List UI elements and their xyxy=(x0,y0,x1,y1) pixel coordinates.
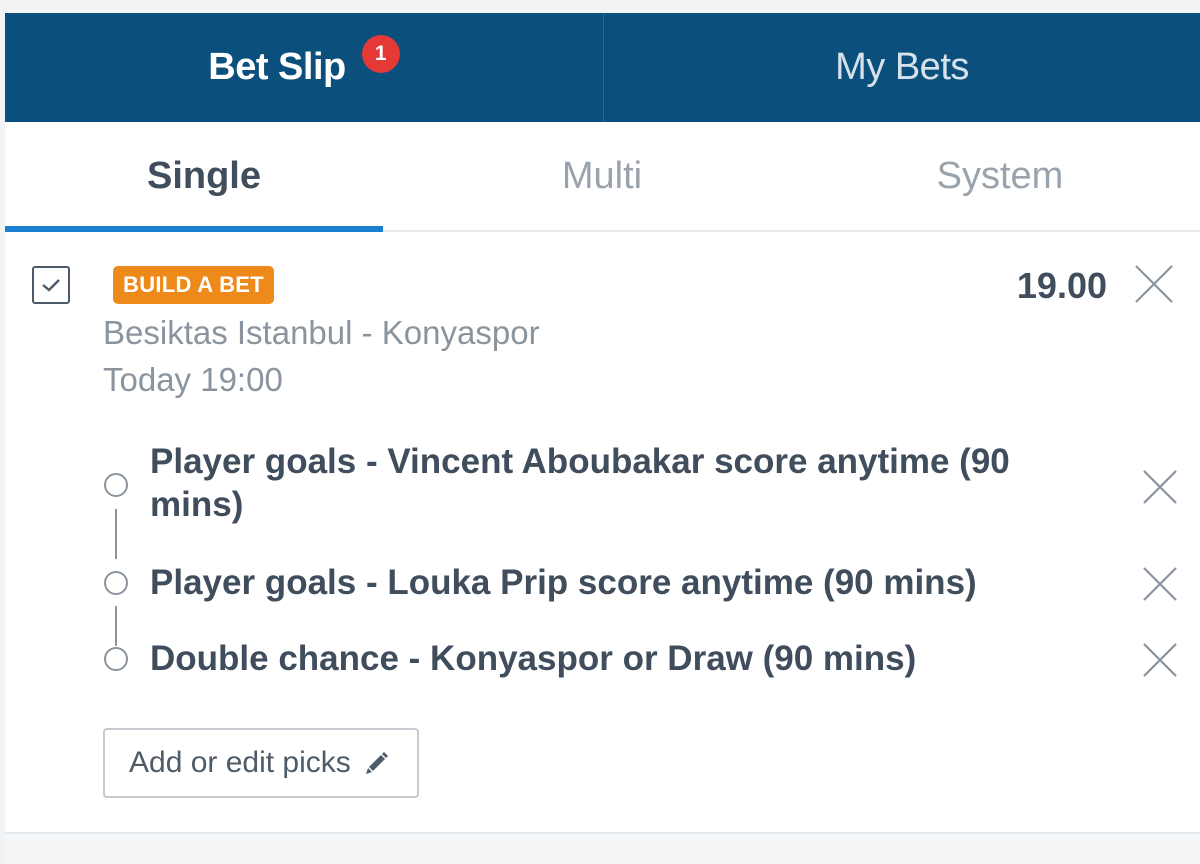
match-name: Besiktas Istanbul - Konyaspor xyxy=(103,314,540,351)
tab-my-bets-label: My Bets xyxy=(835,46,969,88)
remove-pick-button[interactable] xyxy=(1137,637,1183,683)
close-icon xyxy=(1143,643,1177,677)
slip-footer xyxy=(5,832,1200,864)
remove-pick-button[interactable] xyxy=(1137,561,1183,607)
bet-count-badge: 1 xyxy=(361,34,400,73)
remove-bet-button[interactable] xyxy=(1131,261,1177,307)
pick-item: Player goals - Vincent Aboubakar score a… xyxy=(150,442,1010,524)
close-icon xyxy=(1143,470,1177,504)
remove-pick-button[interactable] xyxy=(1137,464,1183,510)
bet-select-checkbox[interactable] xyxy=(32,266,70,304)
tab-my-bets[interactable]: My Bets xyxy=(604,13,1200,122)
pick-dot-icon xyxy=(104,647,128,671)
add-or-edit-picks-button[interactable]: Add or edit picks xyxy=(103,728,419,798)
match-time: Today 19:00 xyxy=(103,361,283,398)
tab-single[interactable]: Single xyxy=(5,122,403,232)
pick-dot-icon xyxy=(104,571,128,595)
bet-slip-panel: Bet Slip 1 My Bets Single Multi System B… xyxy=(5,13,1200,864)
bet-odds: 19.00 xyxy=(1016,265,1107,306)
pick-item: Double chance - Konyaspor or Draw (90 mi… xyxy=(150,639,917,678)
pick-connector-line xyxy=(115,606,117,646)
close-icon xyxy=(1143,567,1177,601)
tab-bet-slip[interactable]: Bet Slip 1 xyxy=(5,13,604,122)
bet-type-tabs: Single Multi System xyxy=(5,122,1200,232)
tab-multi[interactable]: Multi xyxy=(403,122,801,230)
pick-connector-line xyxy=(115,509,117,559)
top-tabs: Bet Slip 1 My Bets xyxy=(5,13,1200,122)
tab-system[interactable]: System xyxy=(801,122,1199,230)
tab-bet-slip-label: Bet Slip xyxy=(208,46,346,88)
close-icon xyxy=(1135,265,1173,303)
pencil-icon xyxy=(363,749,391,777)
pick-dot-icon xyxy=(104,473,128,497)
checkmark-icon xyxy=(42,279,60,292)
edit-picks-label: Add or edit picks xyxy=(129,746,351,779)
pick-item: Player goals - Louka Prip score anytime … xyxy=(150,563,977,602)
build-a-bet-badge: BUILD A BET xyxy=(113,266,274,304)
